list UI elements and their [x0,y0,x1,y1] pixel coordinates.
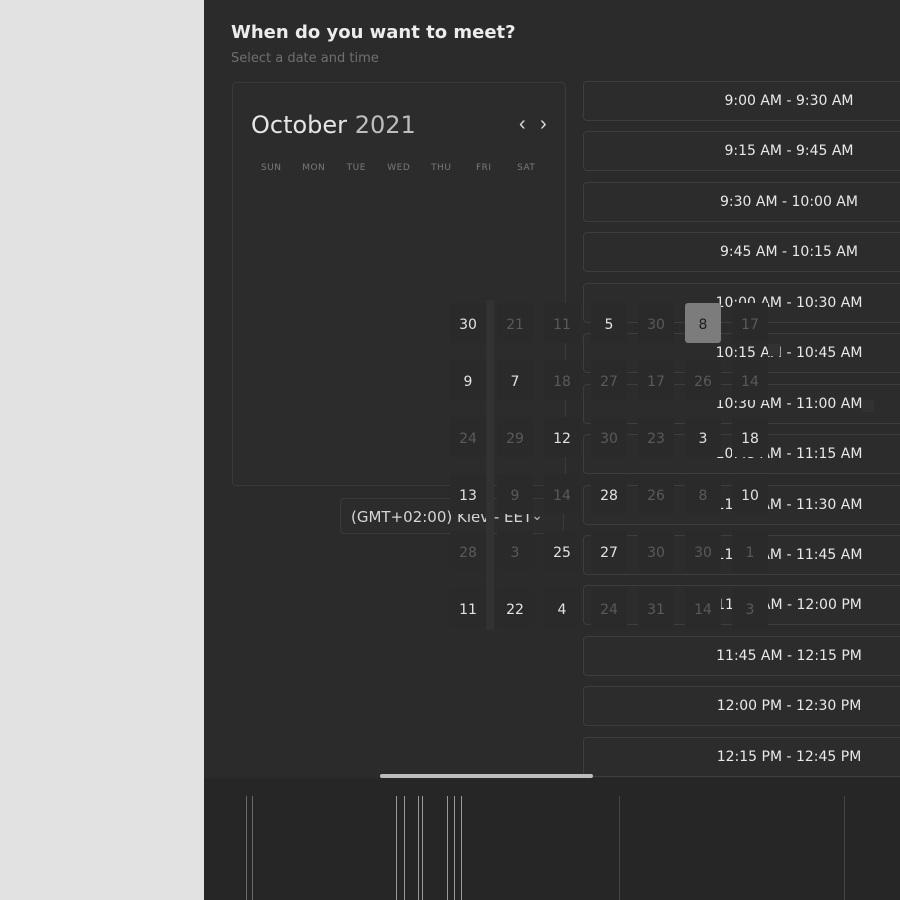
calendar-day[interactable]: 13 [450,474,486,514]
calendar-day[interactable]: 24 [450,417,486,457]
calendar-day[interactable]: 30 [591,417,627,457]
calendar-day[interactable]: 3 [497,531,533,571]
calendar-day[interactable]: 8 [685,474,721,514]
page-subtitle: Select a date and time [231,51,379,66]
calendar-day[interactable]: 31 [638,588,674,628]
artifact-line [844,796,845,900]
calendar-day[interactable]: 11 [450,588,486,628]
calendar-month: October [251,111,348,139]
calendar-day[interactable]: 9 [450,360,486,400]
calendar-day[interactable]: 10 [732,474,768,514]
calendar-day[interactable]: 17 [732,303,768,343]
calendar-day[interactable]: 5 [591,303,627,343]
calendar-day[interactable]: 14 [685,588,721,628]
calendar-day[interactable]: 7 [497,360,533,400]
chevron-left-icon[interactable]: ‹ [519,113,526,136]
time-slot-button[interactable]: 12:00 PM - 12:30 PM [583,686,900,726]
calendar-day-grid: 30 21 11 5 30 8 17 9 7 18 27 17 26 14 24 29 12 30 23 3 18 13 9… [450,300,874,630]
calendar-day[interactable]: 26 [685,360,721,400]
artifact-line [422,796,423,900]
weekday-label: MON [302,163,326,173]
artifact-line [246,796,247,900]
calendar-day[interactable]: 26 [638,474,674,514]
calendar-day[interactable]: 23 [638,417,674,457]
calendar-day[interactable]: 14 [732,360,768,400]
calendar-year: 2021 [354,111,416,139]
calendar-month-title: October 2021 [251,111,416,139]
calendar-day[interactable]: 9 [497,474,533,514]
calendar-day[interactable]: 28 [450,531,486,571]
artifact-line [619,796,620,900]
calendar-day[interactable]: 22 [497,588,533,628]
calendar-day-selected[interactable]: 8 [685,303,721,343]
render-artifact [486,300,494,630]
calendar-day[interactable]: 3 [685,417,721,457]
calendar-day[interactable]: 27 [591,531,627,571]
artifact-line [396,796,397,900]
render-artifact [862,400,874,412]
artifact-line [418,796,419,900]
weekday-label: WED [387,163,411,173]
calendar-day[interactable]: 28 [591,474,627,514]
calendar-day[interactable]: 30 [638,303,674,343]
scheduler-panel: When do you want to meet? Select a date … [204,0,900,900]
artifact-line [454,796,455,900]
calendar-day[interactable]: 18 [732,417,768,457]
calendar-day[interactable]: 24 [591,588,627,628]
calendar-day[interactable]: 21 [497,303,533,343]
time-slot-button[interactable]: 9:00 AM - 9:30 AM [583,81,900,121]
footer-area [204,778,900,900]
weekday-label: FRI [475,163,492,173]
time-slot-button[interactable]: 9:45 AM - 10:15 AM [583,232,900,272]
artifact-line [404,796,405,900]
time-slot-button[interactable]: 12:15 PM - 12:45 PM [583,737,900,777]
calendar-day[interactable]: 27 [591,360,627,400]
calendar-day[interactable]: 14 [544,474,580,514]
weekday-label: TUE [346,163,366,173]
calendar-day[interactable]: 12 [544,417,580,457]
calendar-day[interactable]: 29 [497,417,533,457]
time-slot-button[interactable]: 9:30 AM - 10:00 AM [583,182,900,222]
weekday-header: SUN MON TUE WED THU FRI SAT [250,163,550,173]
weekday-label: THU [431,163,452,173]
time-slot-button[interactable]: 9:15 AM - 9:45 AM [583,131,900,171]
calendar-day[interactable]: 1 [732,531,768,571]
render-artifact [768,344,780,356]
artifact-line [252,796,253,900]
calendar-day[interactable]: 17 [638,360,674,400]
calendar-day[interactable]: 30 [685,531,721,571]
calendar-day[interactable]: 4 [544,588,580,628]
weekday-label: SAT [517,163,536,173]
calendar-day[interactable]: 18 [544,360,580,400]
time-slot-button[interactable]: 11:45 AM - 12:15 PM [583,636,900,676]
chevron-right-icon[interactable]: › [540,113,547,136]
calendar-day[interactable]: 30 [450,303,486,343]
calendar-day[interactable]: 25 [544,531,580,571]
artifact-line [461,796,462,900]
calendar-day[interactable]: 30 [638,531,674,571]
artifact-line [447,796,448,900]
calendar-day[interactable]: 11 [544,303,580,343]
calendar-day[interactable]: 3 [732,588,768,628]
weekday-label: SUN [260,163,282,173]
page-title: When do you want to meet? [231,22,516,43]
